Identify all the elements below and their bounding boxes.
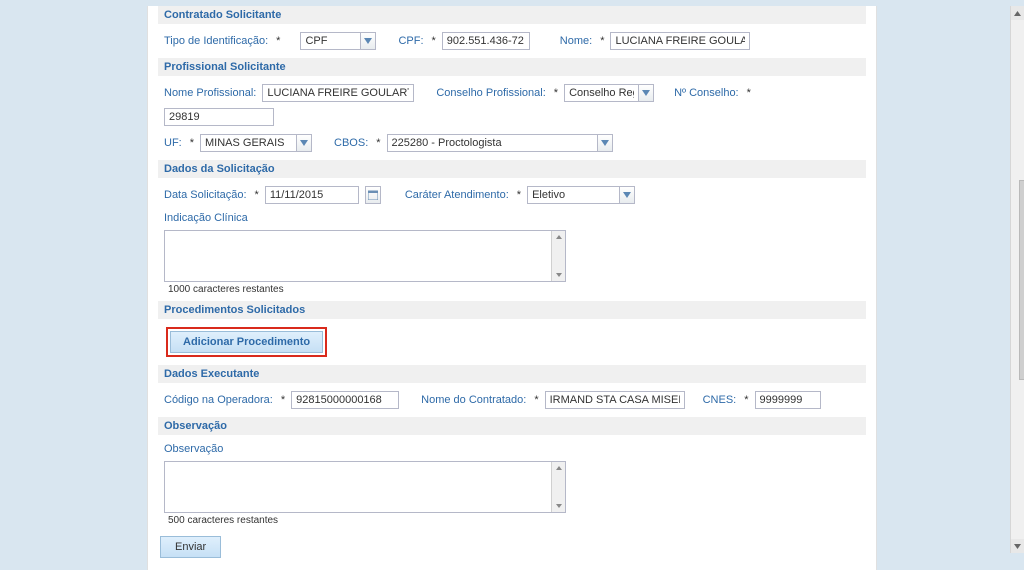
required-mark: * <box>376 137 380 149</box>
cbos-select[interactable] <box>387 134 613 152</box>
label-nome-contratado: Nome do Contratado: <box>421 394 526 406</box>
required-mark: * <box>517 189 521 201</box>
required-mark: * <box>432 35 436 47</box>
textarea-scrollbar[interactable] <box>551 462 565 512</box>
label-tipo-ident: Tipo de Identificação: <box>164 35 268 47</box>
section-observacao: Observação <box>158 417 866 435</box>
label-observacao: Observação <box>164 443 223 455</box>
label-codigo-op: Código na Operadora: <box>164 394 273 406</box>
required-mark: * <box>744 394 748 406</box>
section-procedimentos: Procedimentos Solicitados <box>158 301 866 319</box>
label-uf: UF: <box>164 137 182 149</box>
indicacao-textarea[interactable] <box>165 231 551 281</box>
chevron-down-icon[interactable] <box>553 269 565 281</box>
textarea-scrollbar[interactable] <box>551 231 565 281</box>
form-container: Contratado Solicitante Tipo de Identific… <box>147 6 877 570</box>
codigo-op-input[interactable] <box>291 391 399 409</box>
scrollbar-thumb[interactable] <box>1019 180 1024 380</box>
label-cpf: CPF: <box>398 35 423 47</box>
label-indicacao: Indicação Clínica <box>164 212 248 224</box>
label-cnes: CNES: <box>703 394 737 406</box>
chevron-up-icon[interactable] <box>553 462 565 474</box>
section-profissional: Profissional Solicitante <box>158 58 866 76</box>
required-mark: * <box>276 35 280 47</box>
tipo-ident-input[interactable] <box>300 32 360 50</box>
n-conselho-input[interactable] <box>164 108 274 126</box>
chevron-down-icon[interactable] <box>553 500 565 512</box>
label-cbos: CBOS: <box>334 137 368 149</box>
required-mark: * <box>281 394 285 406</box>
carater-input[interactable] <box>527 186 619 204</box>
observacao-textarea[interactable] <box>165 462 551 512</box>
label-carater: Caráter Atendimento: <box>405 189 509 201</box>
enviar-button[interactable]: Enviar <box>160 536 221 558</box>
observacao-textarea-wrap <box>164 461 566 513</box>
section-dados-solic: Dados da Solicitação <box>158 160 866 178</box>
chevron-down-icon[interactable] <box>360 32 376 50</box>
required-mark: * <box>554 87 558 99</box>
chevron-down-icon[interactable] <box>597 134 613 152</box>
cnes-input[interactable] <box>755 391 821 409</box>
cbos-input[interactable] <box>387 134 597 152</box>
chevron-down-icon[interactable] <box>638 84 654 102</box>
chevron-down-icon[interactable] <box>296 134 312 152</box>
highlight-frame: Adicionar Procedimento <box>166 327 327 357</box>
label-nome: Nome: <box>560 35 592 47</box>
uf-input[interactable] <box>200 134 296 152</box>
label-data-solic: Data Solicitação: <box>164 189 247 201</box>
carater-select[interactable] <box>527 186 635 204</box>
required-mark: * <box>190 137 194 149</box>
data-solic-input[interactable] <box>265 186 359 204</box>
page-scrollbar[interactable] <box>1010 6 1024 553</box>
indicacao-counter: 1000 caracteres restantes <box>168 284 866 295</box>
required-mark: * <box>747 87 751 99</box>
uf-select[interactable] <box>200 134 312 152</box>
chevron-up-icon[interactable] <box>1011 6 1024 20</box>
conselho-prof-select[interactable] <box>564 84 654 102</box>
nome-prof-input[interactable] <box>262 84 414 102</box>
indicacao-textarea-wrap <box>164 230 566 282</box>
section-contratado: Contratado Solicitante <box>158 6 866 24</box>
label-nome-prof: Nome Profissional: <box>164 87 256 99</box>
conselho-prof-input[interactable] <box>564 84 638 102</box>
required-mark: * <box>255 189 259 201</box>
required-mark: * <box>534 394 538 406</box>
adicionar-procedimento-button[interactable]: Adicionar Procedimento <box>170 331 323 353</box>
nome-contratado-input[interactable] <box>545 391 685 409</box>
label-conselho-prof: Conselho Profissional: <box>436 87 545 99</box>
observacao-counter: 500 caracteres restantes <box>168 515 866 526</box>
section-dados-executante: Dados Executante <box>158 365 866 383</box>
tipo-ident-select[interactable] <box>300 32 376 50</box>
chevron-down-icon[interactable] <box>619 186 635 204</box>
nome-input[interactable] <box>610 32 750 50</box>
label-n-conselho: Nº Conselho: <box>674 87 739 99</box>
required-mark: * <box>600 35 604 47</box>
chevron-down-icon[interactable] <box>1011 539 1024 553</box>
cpf-input[interactable] <box>442 32 530 50</box>
calendar-icon[interactable] <box>365 186 381 204</box>
chevron-up-icon[interactable] <box>553 231 565 243</box>
